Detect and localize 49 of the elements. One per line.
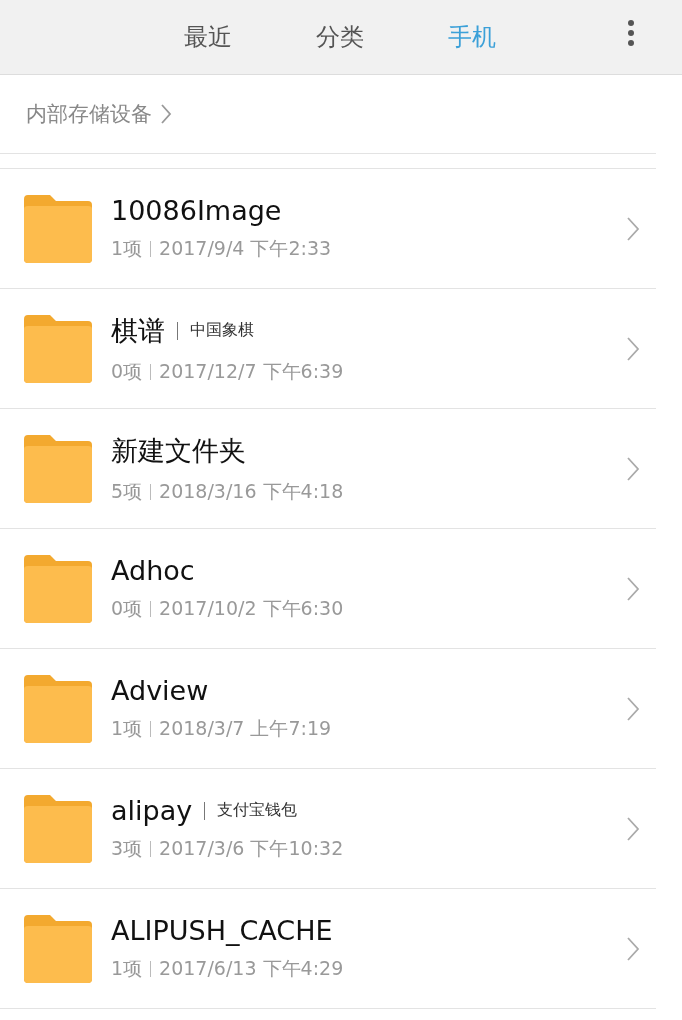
item-count: 3项 — [111, 836, 143, 861]
folder-name: 新建文件夹 — [111, 433, 246, 468]
chevron-right-icon — [626, 575, 640, 602]
folder-name: 棋谱 — [111, 313, 165, 348]
chevron-right-icon — [160, 103, 172, 125]
more-menu-icon[interactable] — [627, 19, 635, 47]
folder-row[interactable]: ALIPUSH_CACHE 1项 2017/6/13 下午4:29 — [0, 889, 656, 1009]
folder-tag: 支付宝钱包 — [217, 800, 298, 821]
folder-row[interactable]: Adview 1项 2018/3/7 上午7:19 — [0, 649, 656, 769]
modified-date: 2017/6/13 下午4:29 — [159, 956, 344, 981]
folder-name: ALIPUSH_CACHE — [111, 915, 333, 946]
item-count: 1项 — [111, 716, 143, 741]
folder-icon — [24, 794, 92, 863]
folder-name: Adview — [111, 675, 209, 706]
tab[interactable]: 最近 — [168, 21, 248, 53]
chevron-right-icon — [626, 695, 640, 722]
chevron-right-icon — [626, 335, 640, 362]
item-count: 1项 — [111, 236, 143, 261]
item-count: 1项 — [111, 956, 143, 981]
folder-row[interactable]: 棋谱 中国象棋 0项 2017/12/7 下午6:39 — [0, 289, 656, 409]
modified-date: 2017/10/2 下午6:30 — [159, 596, 344, 621]
folder-tag: 中国象棋 — [190, 320, 254, 341]
folder-row[interactable]: Adhoc 0项 2017/10/2 下午6:30 — [0, 529, 656, 649]
folder-row[interactable]: 10086Image 1项 2017/9/4 下午2:33 — [0, 169, 656, 289]
chevron-right-icon — [626, 935, 640, 962]
breadcrumb-link[interactable]: 内部存储设备 — [26, 100, 152, 128]
folder-icon — [24, 314, 92, 383]
item-count: 0项 — [111, 358, 143, 384]
modified-date: 2018/3/16 下午4:18 — [159, 478, 344, 504]
item-count: 5项 — [111, 478, 143, 504]
chevron-right-icon — [626, 455, 640, 482]
modified-date: 2018/3/7 上午7:19 — [159, 716, 332, 741]
modified-date: 2017/12/7 下午6:39 — [159, 358, 344, 384]
folder-icon — [24, 554, 92, 623]
tab[interactable]: 分类 — [300, 21, 380, 53]
folder-icon — [24, 434, 92, 503]
folder-name: alipay — [111, 795, 193, 826]
folder-name: Adhoc — [111, 555, 195, 586]
folder-row[interactable]: alipay 支付宝钱包 3项 2017/3/6 下午10:32 — [0, 769, 656, 889]
chevron-right-icon — [626, 215, 640, 242]
modified-date: 2017/3/6 下午10:32 — [159, 836, 344, 861]
folder-row[interactable]: 新建文件夹 5项 2018/3/16 下午4:18 — [0, 409, 656, 529]
folder-name: 10086Image — [111, 195, 282, 226]
item-count: 0项 — [111, 596, 143, 621]
folder-icon — [24, 914, 92, 983]
modified-date: 2017/9/4 下午2:33 — [159, 236, 332, 261]
folder-icon — [24, 194, 92, 263]
chevron-right-icon — [626, 815, 640, 842]
folder-icon — [24, 674, 92, 743]
